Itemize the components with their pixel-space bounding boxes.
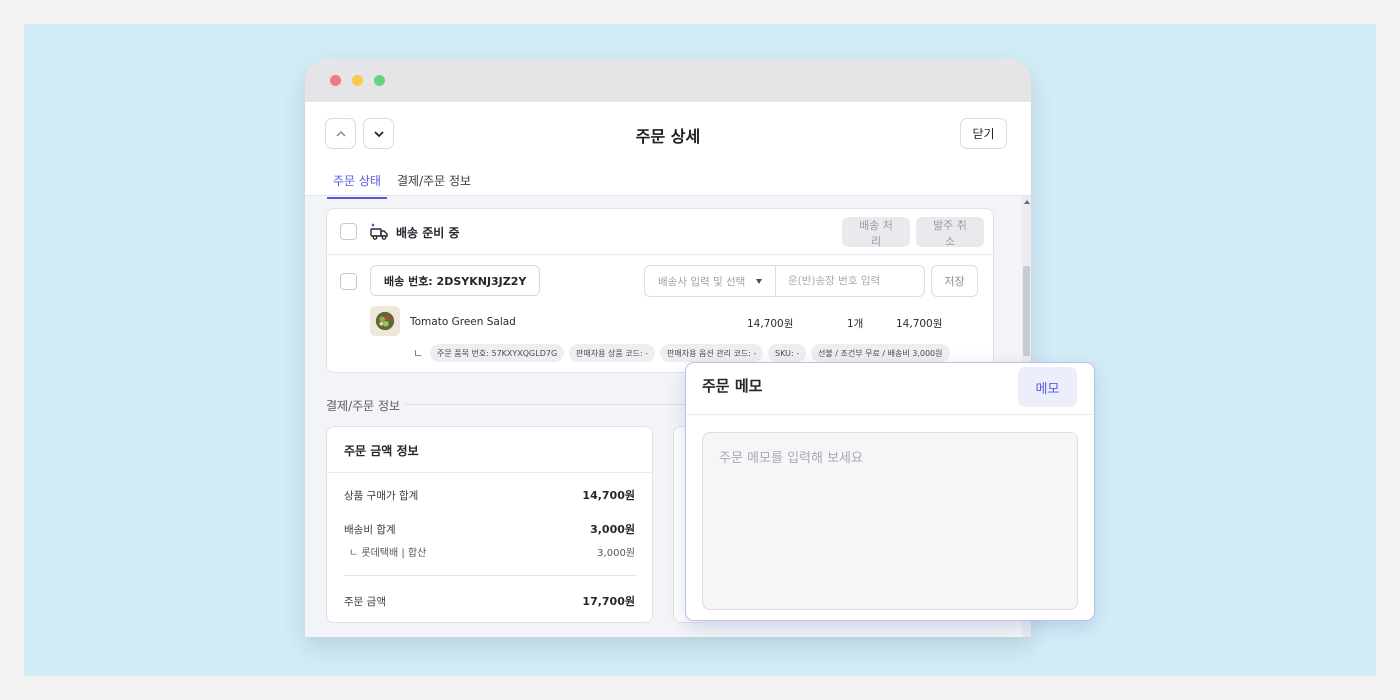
truck-icon <box>370 223 388 240</box>
product-total: 14,700원 <box>896 318 943 330</box>
shipping-total-label: 배송비 합계 <box>344 524 396 536</box>
salad-bowl-icon <box>375 311 395 331</box>
cancel-order-button[interactable]: 발주 취소 <box>916 217 984 248</box>
page-title: 주문 상세 <box>635 127 701 146</box>
product-subtotal-label: 상품 구매가 합계 <box>344 490 419 502</box>
process-shipment-button[interactable]: 배송 처리 <box>842 217 910 248</box>
window-titlebar <box>305 58 1031 102</box>
order-amount-header: 주문 금액 정보 <box>327 427 652 473</box>
maximize-window-dot[interactable] <box>374 75 385 86</box>
memo-textarea[interactable] <box>702 432 1078 610</box>
order-amount-title: 주문 금액 정보 <box>344 444 419 458</box>
product-quantity: 1개 <box>847 318 864 330</box>
product-thumbnail <box>370 306 400 336</box>
courier-fee-value: 3,000원 <box>597 548 635 559</box>
shipment-card: 배송 준비 중 배송 처리 발주 취소 배송 번호: 2DSYKNJ3JZ2Y … <box>326 208 994 373</box>
courier-select-placeholder: 배송사 입력 및 선택 <box>658 275 746 288</box>
section-divider <box>405 404 705 405</box>
shipping-total-value: 3,000원 <box>590 523 635 536</box>
scroll-up-arrow[interactable] <box>1024 200 1030 204</box>
caret-down-icon <box>756 279 762 284</box>
product-name: Tomato Green Salad <box>410 316 516 328</box>
courier-select[interactable]: 배송사 입력 및 선택 <box>644 265 776 297</box>
sub-item-marker: ㄴ <box>413 347 424 360</box>
amount-divider <box>344 575 637 576</box>
minimize-window-dot[interactable] <box>352 75 363 86</box>
shipping-fee-tag: 선불 / 조건부 무료 / 배송비 3,000원 <box>811 344 950 362</box>
sku-tag: SKU: - <box>768 344 807 362</box>
courier-fee-label: ㄴ 롯데택배 | 합산 <box>349 548 427 559</box>
memo-title: 주문 메모 <box>702 377 763 395</box>
memo-header: 주문 메모 메모 <box>686 363 1094 415</box>
shipment-item-checkbox[interactable] <box>340 273 357 290</box>
memo-button[interactable]: 메모 <box>1018 367 1077 407</box>
shipment-status-bar: 배송 준비 중 배송 처리 발주 취소 <box>327 209 993 255</box>
tracking-number-badge: 배송 번호: 2DSYKNJ3JZ2Y <box>370 265 541 296</box>
order-amount-card: 주문 금액 정보 상품 구매가 합계 14,700원 배송비 합계 3,000원… <box>326 426 653 623</box>
order-item-number-tag: 주문 품목 번호: 57KXYXQGLD7G <box>430 344 565 362</box>
close-window-dot[interactable] <box>330 75 341 86</box>
order-memo-popup: 주문 메모 메모 <box>685 362 1095 621</box>
payment-section-title: 결제/주문 정보 <box>326 399 401 413</box>
save-button[interactable]: 저장 <box>931 265 978 297</box>
close-button[interactable]: 닫기 <box>960 118 1007 149</box>
waybill-number-input[interactable] <box>775 265 925 297</box>
scrollbar-thumb[interactable] <box>1023 266 1030 356</box>
product-subtotal-value: 14,700원 <box>582 489 635 502</box>
order-detail-header: 주문 상세 닫기 주문 상태 결제/주문 정보 <box>305 102 1031 199</box>
seller-product-code-tag: 판매자용 상품 코드: - <box>569 344 656 362</box>
seller-option-code-tag: 판매자용 옵션 관리 코드: - <box>660 344 764 362</box>
shipment-status-label: 배송 준비 중 <box>396 226 460 240</box>
tab-order-status[interactable]: 주문 상태 <box>327 172 387 199</box>
select-all-checkbox[interactable] <box>340 223 357 240</box>
order-total-label: 주문 금액 <box>344 596 386 608</box>
order-total-value: 17,700원 <box>582 595 635 608</box>
tab-payment-order-info[interactable]: 결제/주문 정보 <box>397 172 471 197</box>
product-price: 14,700원 <box>747 318 794 330</box>
